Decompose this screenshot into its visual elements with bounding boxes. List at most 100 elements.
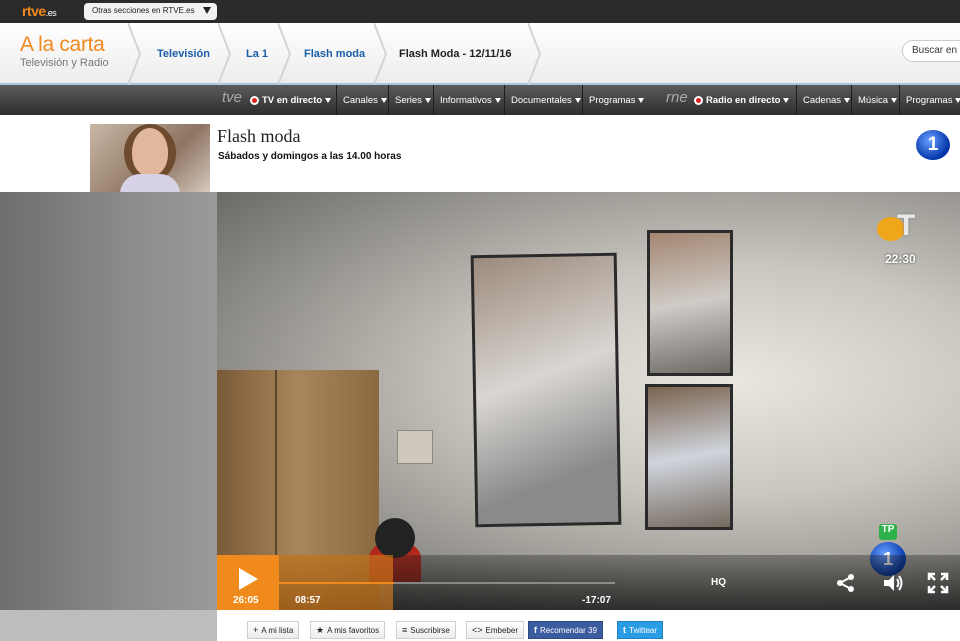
add-to-favorites-label: A mis favoritos <box>327 625 380 635</box>
nav-informativos-label: Informativos <box>440 94 492 106</box>
hq-button[interactable]: HQ <box>711 577 726 588</box>
embed-label: Embeber <box>485 625 518 635</box>
breadcrumb-flash-moda[interactable]: Flash moda <box>304 23 365 85</box>
nav-series[interactable]: Series <box>388 85 437 115</box>
volume-icon[interactable] <box>881 571 905 595</box>
chevron-down-icon <box>783 97 790 103</box>
tweet-button[interactable]: t Twittear <box>617 621 664 639</box>
thumbnail-body <box>120 174 180 192</box>
channel-clock: 22:30 <box>885 252 916 266</box>
subscribe-button[interactable]: ≡ Suscribirse <box>396 621 456 639</box>
tweet-label: Twittear <box>629 625 658 635</box>
plus-icon: + <box>253 625 259 635</box>
header: A la carta Televisión y Radio Televisión… <box>0 23 960 85</box>
chevron-down-icon <box>325 97 332 103</box>
breadcrumb-separator <box>528 23 542 85</box>
chevron-down-icon <box>424 97 431 103</box>
channel-watermark-logo: T <box>877 207 937 247</box>
tve-logo[interactable]: tve <box>222 89 242 106</box>
thumbnail-face <box>132 128 168 176</box>
breadcrumb-separator <box>128 23 142 85</box>
rne-logo[interactable]: rne <box>666 89 688 106</box>
age-rating-badge: TP <box>879 524 897 540</box>
fullscreen-icon[interactable] <box>926 571 950 595</box>
nav-canales-label: Canales <box>343 94 378 106</box>
current-time: 08:57 <box>295 595 321 606</box>
la1-channel-logo: 1 <box>916 130 950 160</box>
top-bar: rtve.es Otras secciones en RTVE.es <box>0 0 960 23</box>
nav-tv-live-label: TV en directo <box>262 94 323 106</box>
breadcrumb-separator <box>374 23 388 85</box>
brand-subtitle: Televisión y Radio <box>20 57 109 69</box>
brand-title[interactable]: A la carta <box>20 33 105 57</box>
nav-canales[interactable]: Canales <box>336 85 393 115</box>
code-icon: <> <box>472 625 483 635</box>
live-dot-icon <box>250 95 259 105</box>
rss-icon: ≡ <box>402 625 408 635</box>
twitter-icon: t <box>623 625 626 635</box>
nav-cadenas[interactable]: Cadenas <box>796 85 856 115</box>
nav-radio-live-label: Radio en directo <box>706 94 781 106</box>
nav-series-label: Series <box>395 94 422 106</box>
chevron-down-icon <box>638 97 645 103</box>
facebook-recommend-button[interactable]: f Recomendar 39 <box>528 621 603 639</box>
chevron-down-icon <box>203 7 211 14</box>
video-frame-plaque <box>397 430 433 464</box>
video-frame-poster <box>647 230 733 376</box>
breadcrumb-television[interactable]: Televisión <box>157 23 210 85</box>
play-button[interactable]: 26:05 <box>217 555 279 610</box>
video-frame-poster <box>645 384 733 530</box>
breadcrumb-current: Flash Moda - 12/11/16 <box>399 48 512 60</box>
nav-radio-live[interactable]: Radio en directo <box>688 85 795 115</box>
chevron-down-icon <box>494 97 501 103</box>
breadcrumb-separator <box>218 23 232 85</box>
nav-cadenas-label: Cadenas <box>803 94 842 106</box>
nav-tv-programas[interactable]: Programas <box>582 85 650 115</box>
player-controls: 26:05 08:57 -17:07 HQ <box>217 555 960 610</box>
progress-bar[interactable] <box>279 582 615 584</box>
total-duration: 26:05 <box>233 595 259 606</box>
video-frame-figure-head <box>375 518 415 558</box>
video-side-panel <box>0 192 217 610</box>
add-to-favorites-button[interactable]: ★ A mis favoritos <box>310 621 386 639</box>
chevron-down-icon <box>844 97 851 103</box>
nav-documentales-label: Documentales <box>511 94 572 106</box>
add-to-list-label: A mi lista <box>261 625 294 635</box>
subscribe-label: Suscribirse <box>410 625 450 635</box>
play-icon <box>239 568 258 590</box>
video-player[interactable]: T 22:30 TP 1 <box>217 192 960 610</box>
remaining-time: -17:07 <box>582 595 611 606</box>
rtve-logo[interactable]: rtve.es <box>22 3 57 19</box>
nav-musica[interactable]: Música <box>851 85 903 115</box>
share-icon[interactable] <box>834 571 858 595</box>
video-frame-poster <box>470 252 622 528</box>
breadcrumb-la1[interactable]: La 1 <box>246 23 268 85</box>
nav-radio-programas-label: Programas <box>906 94 953 106</box>
star-icon: ★ <box>316 624 325 635</box>
nav-radio-programas[interactable]: Programas <box>899 85 960 115</box>
nav-informativos[interactable]: Informativos <box>433 85 507 115</box>
other-sections-select[interactable]: Otras secciones en RTVE.es <box>84 3 217 20</box>
facebook-icon: f <box>534 625 537 635</box>
progress-fill <box>279 582 395 584</box>
embed-button[interactable]: <> Embeber <box>466 621 524 639</box>
chevron-down-icon <box>380 97 387 103</box>
program-thumbnail[interactable] <box>90 124 210 192</box>
channel-watermark-letter: T <box>897 209 916 242</box>
search-input[interactable]: Buscar en <box>902 40 960 62</box>
nav-musica-label: Música <box>858 94 889 106</box>
nav-tv-programas-label: Programas <box>589 94 636 106</box>
program-title[interactable]: Flash moda <box>217 126 301 147</box>
live-dot-icon <box>694 95 703 105</box>
chevron-down-icon <box>955 97 960 103</box>
nav-documentales[interactable]: Documentales <box>504 85 587 115</box>
breadcrumb-separator <box>278 23 292 85</box>
add-to-list-button[interactable]: + A mi lista <box>247 621 300 639</box>
program-schedule: Sábados y domingos a las 14.00 horas <box>218 151 402 162</box>
facebook-recommend-label: Recomendar 39 <box>540 625 597 635</box>
nav-tv-live[interactable]: TV en directo <box>244 85 337 115</box>
action-bar: + A mi lista ★ A mis favoritos ≡ Suscribirs… <box>217 610 960 641</box>
chevron-down-icon <box>574 97 581 103</box>
video-side-footer <box>0 610 217 641</box>
main-nav: tve TV en directo Canales Series Informa… <box>0 85 960 115</box>
